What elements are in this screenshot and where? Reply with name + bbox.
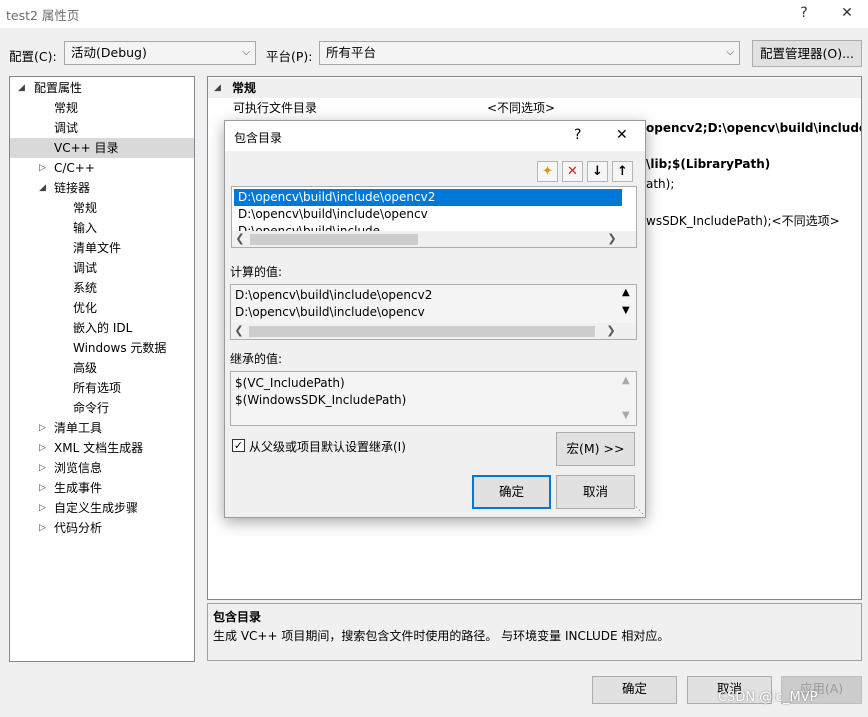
collapsed-triangle-icon: ▷ <box>39 483 46 493</box>
computed-line: D:\opencv\build\include\opencv <box>235 305 425 319</box>
help-button[interactable]: ? <box>790 2 818 24</box>
scroll-left-icon[interactable]: ❮ <box>231 323 247 339</box>
dialog-help-button[interactable]: ? <box>574 127 581 143</box>
watermark: CSDN @lc_MVP <box>718 690 818 705</box>
property-tree: ◢ 配置属性 常规 调试 VC++ 目录 ▷ C/C++ ◢ 链接器 常规 输入… <box>9 76 195 662</box>
window-titlebar: test2 属性页 ? ✕ <box>0 0 868 28</box>
dialog-ok-button[interactable]: 确定 <box>472 475 551 509</box>
close-button[interactable]: ✕ <box>833 2 861 24</box>
delete-icon[interactable]: ✕ <box>562 161 583 182</box>
config-label: 配置(C): <box>9 49 57 64</box>
grid-row-value[interactable]: wsSDK_IncludePath);<不同选项> <box>646 211 840 231</box>
list-item-selected[interactable]: D:\opencv\build\include\opencv2 <box>234 189 622 206</box>
tree-item[interactable]: 调试 <box>10 258 194 278</box>
dialog-close-button[interactable]: ✕ <box>616 127 628 143</box>
grid-row-value[interactable]: \lib;$(LibraryPath) <box>646 154 770 174</box>
list-toolbar: ✦ ✕ ↓ ↑ <box>537 161 637 183</box>
tree-item[interactable]: ▷ 代码分析 <box>10 518 194 538</box>
expanded-triangle-icon: ◢ <box>214 83 221 93</box>
scroll-down-icon[interactable]: ▼ <box>622 410 630 421</box>
collapsed-triangle-icon: ▷ <box>39 443 46 453</box>
computed-line: D:\opencv\build\include\opencv2 <box>235 288 433 302</box>
scroll-right-icon[interactable]: ❯ <box>604 231 620 247</box>
collapsed-triangle-icon: ▷ <box>39 423 46 433</box>
scroll-up-icon[interactable]: ▲ <box>622 287 630 298</box>
computed-label: 计算的值: <box>230 265 283 279</box>
tree-item[interactable]: 系统 <box>10 278 194 298</box>
include-paths-list[interactable]: D:\opencv\build\include\opencv2 D:\openc… <box>231 186 637 248</box>
tree-item[interactable]: ▷ 清单工具 <box>10 418 194 438</box>
scroll-down-icon[interactable]: ▼ <box>622 305 630 316</box>
collapsed-triangle-icon: ▷ <box>39 523 46 533</box>
tree-item[interactable]: Windows 元数据 <box>10 338 194 358</box>
computed-values-box: D:\opencv\build\include\opencv2 D:\openc… <box>230 284 637 340</box>
tree-item[interactable]: 命令行 <box>10 398 194 418</box>
tree-item[interactable]: 清单文件 <box>10 238 194 258</box>
config-select-value: 活动(Debug) <box>71 45 147 60</box>
dialog-titlebar: 包含目录 ? ✕ <box>225 121 645 151</box>
inherited-line: $(VC_IncludePath) <box>235 376 345 390</box>
tree-item[interactable]: ◢ 链接器 <box>10 178 194 198</box>
tree-item[interactable]: 输入 <box>10 218 194 238</box>
list-item[interactable]: D:\opencv\build\include\opencv <box>234 206 428 223</box>
tree-item[interactable]: 常规 <box>10 98 194 118</box>
grid-row-value[interactable]: opencv2;D:\opencv\build\include\o <box>646 118 861 138</box>
tree-item[interactable]: 调试 <box>10 118 194 138</box>
expanded-triangle-icon: ◢ <box>39 183 46 193</box>
chevron-down-icon: ⌵ <box>242 47 250 58</box>
config-select[interactable]: 活动(Debug) ⌵ <box>64 41 256 65</box>
platform-label: 平台(P): <box>266 49 313 64</box>
tree-item[interactable]: 嵌入的 IDL <box>10 318 194 338</box>
macros-button[interactable]: 宏(M) >> <box>556 432 635 466</box>
dialog-title: 包含目录 <box>234 131 283 145</box>
config-manager-button[interactable]: 配置管理器(O)... <box>752 40 862 67</box>
checkmark-icon: ✓ <box>233 439 244 452</box>
tree-item[interactable]: 常规 <box>10 198 194 218</box>
tree-item-vc-directories[interactable]: VC++ 目录 <box>10 138 194 158</box>
scroll-right-icon[interactable]: ❯ <box>603 323 619 339</box>
ok-button[interactable]: 确定 <box>592 676 677 704</box>
platform-select-value: 所有平台 <box>326 45 377 60</box>
scrollbar-thumb[interactable] <box>250 234 418 245</box>
tree-item[interactable]: ▷ XML 文档生成器 <box>10 438 194 458</box>
move-up-icon[interactable]: ↑ <box>612 161 633 182</box>
grid-row[interactable]: 可执行文件目录 <不同选项> <box>208 98 861 118</box>
description-pane: 包含目录 生成 VC++ 项目期间，搜索包含文件时使用的路径。 与环境变量 IN… <box>207 603 862 661</box>
collapsed-triangle-icon: ▷ <box>39 163 46 173</box>
tree-item-root[interactable]: ◢ 配置属性 <box>10 78 194 98</box>
horizontal-scrollbar[interactable]: ❮ ❯ <box>231 323 636 339</box>
tree-item[interactable]: ▷ C/C++ <box>10 158 194 178</box>
chevron-down-icon: ⌵ <box>726 47 734 58</box>
scroll-up-icon[interactable]: ▲ <box>622 375 630 386</box>
tree-item[interactable]: ▷ 自定义生成步骤 <box>10 498 194 518</box>
list-item[interactable]: D:\opencv\build\include <box>234 223 380 231</box>
tree-item[interactable]: 所有选项 <box>10 378 194 398</box>
inherited-label: 继承的值: <box>230 352 283 366</box>
collapsed-triangle-icon: ▷ <box>39 463 46 473</box>
tree-item[interactable]: ▷ 浏览信息 <box>10 458 194 478</box>
description-title: 包含目录 <box>213 610 262 624</box>
tree-item[interactable]: 优化 <box>10 298 194 318</box>
dialog-cancel-button[interactable]: 取消 <box>556 475 635 509</box>
inherited-values-box: $(VC_IncludePath) $(WindowsSDK_IncludePa… <box>230 371 637 426</box>
window-title: test2 属性页 <box>6 8 80 23</box>
resize-grip-icon[interactable]: ⋱ <box>635 506 644 516</box>
platform-select[interactable]: 所有平台 ⌵ <box>319 41 740 65</box>
expanded-triangle-icon: ◢ <box>18 83 25 93</box>
scroll-left-icon[interactable]: ❮ <box>232 231 248 247</box>
inherit-checkbox[interactable]: ✓ <box>232 439 245 452</box>
collapsed-triangle-icon: ▷ <box>39 503 46 513</box>
move-down-icon[interactable]: ↓ <box>587 161 608 182</box>
inherit-checkbox-label[interactable]: 从父级或项目默认设置继承(I) <box>249 438 406 455</box>
grid-section-header[interactable]: ◢ 常规 <box>208 78 861 98</box>
include-directories-dialog: 包含目录 ? ✕ ✦ ✕ ↓ ↑ D:\opencv\build\include… <box>224 120 646 518</box>
grid-row-value[interactable]: ath); <box>646 174 674 194</box>
new-line-icon[interactable]: ✦ <box>537 161 558 182</box>
scrollbar-thumb[interactable] <box>249 326 595 337</box>
description-text: 生成 VC++ 项目期间，搜索包含文件时使用的路径。 与环境变量 INCLUDE… <box>213 629 670 643</box>
tree-item[interactable]: ▷ 生成事件 <box>10 478 194 498</box>
inherited-line: $(WindowsSDK_IncludePath) <box>235 393 407 407</box>
tree-item[interactable]: 高级 <box>10 358 194 378</box>
horizontal-scrollbar[interactable]: ❮ ❯ <box>232 231 636 247</box>
